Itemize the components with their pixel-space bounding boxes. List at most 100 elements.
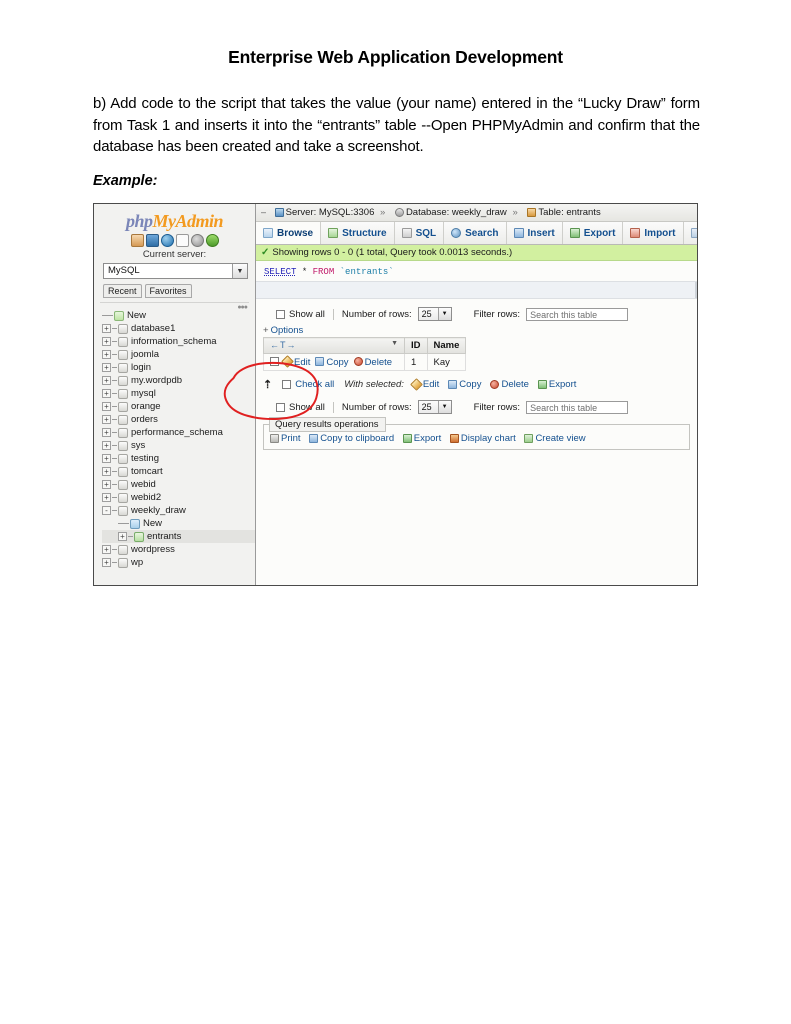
expand-icon[interactable]: + [102,363,111,372]
column-header-name[interactable]: Name [426,337,467,354]
tab-browse[interactable]: Browse [256,222,322,244]
cell-id[interactable]: 1 [404,353,428,371]
expand-icon[interactable]: + [102,350,111,359]
tab-sql[interactable]: SQL [395,222,445,244]
display-chart-link[interactable]: Display chart [449,433,516,444]
server-select[interactable]: MySQL ▼ [103,263,248,279]
with-selected-export[interactable]: Export [537,379,576,390]
breadcrumb-table[interactable]: Table: entrants [538,207,600,218]
expand-icon[interactable]: + [102,389,111,398]
filter-rows-input-top[interactable]: Search this table [526,307,629,321]
print-link[interactable]: Print [270,433,301,444]
tab-favorites[interactable]: Favorites [144,284,192,298]
docs-icon[interactable] [175,234,189,247]
arrow-up-icon[interactable]: ⇡ [263,378,272,391]
tree-item-sys[interactable]: + sys [102,439,255,452]
structure-icon [328,228,339,238]
show-all-checkbox-bottom[interactable] [276,402,285,412]
tab-search[interactable]: Search [444,222,507,244]
tab-more[interactable] [684,222,697,244]
with-selected-edit[interactable]: Edit [410,378,440,391]
tree-item-webid2[interactable]: + webid2 [102,491,255,504]
tree-item-testing[interactable]: + testing [102,452,255,465]
copy-to-clipboard-link[interactable]: Copy to clipboard [309,433,394,444]
export-link[interactable]: Export [402,433,441,444]
expand-icon[interactable]: + [102,480,111,489]
tree-item-webid[interactable]: + webid [102,478,255,491]
tree-item-joomla[interactable]: + joomla [102,348,255,361]
tree-item-new[interactable]: New [102,309,255,322]
tree-item-tomcart[interactable]: + tomcart [102,465,255,478]
chevron-down-icon: ▼ [437,308,451,320]
expand-icon[interactable]: + [102,428,111,437]
tab-structure[interactable]: Structure [321,222,395,244]
home-icon[interactable] [130,234,144,247]
number-of-rows-select-top[interactable]: 25 ▼ [417,307,452,321]
expand-icon[interactable]: + [102,454,111,463]
expand-icon[interactable]: + [118,532,127,541]
options-toggle[interactable]: + Options [256,321,697,337]
expand-icon[interactable]: + [102,493,111,502]
tab-insert[interactable]: Insert [507,222,563,244]
phpmyadmin-logo[interactable]: phpMyAdmin [94,204,255,232]
column-header-id[interactable]: ID [404,337,428,354]
check-all-checkbox[interactable] [282,380,292,389]
number-of-rows-select-bottom[interactable]: 25 ▼ [417,400,452,414]
tree-item-performance-schema[interactable]: + performance_schema [102,426,255,439]
with-selected-edit-label: Edit [422,379,440,390]
gear-icon[interactable] [190,234,204,247]
row-action-copy[interactable]: Copy [315,357,349,368]
tree-item-new[interactable]: New [102,517,255,530]
database-icon [118,414,128,425]
tree-item-mysql[interactable]: + mysql [102,387,255,400]
table-row[interactable]: Edit Copy Delete 1 Kay [263,353,467,371]
expand-icon[interactable]: + [102,415,111,424]
sort-arrows-header[interactable]: ←T→ ▼ [263,337,405,354]
cell-name[interactable]: Kay [426,353,467,371]
tab-export[interactable]: Export [563,222,624,244]
tree-item-entrants[interactable]: + entrants [102,530,255,543]
tree-item-information-schema[interactable]: + information_schema [102,335,255,348]
row-action-edit[interactable]: Edit [281,355,310,369]
check-all-label[interactable]: Check all [295,379,334,390]
show-all-checkbox-top[interactable] [276,309,285,319]
tree-item-label: New [143,518,163,529]
row-action-delete[interactable]: Delete [353,357,392,368]
collapse-icon[interactable]: - [102,506,111,515]
tree-item-orders[interactable]: + orders [102,413,255,426]
expand-icon[interactable]: + [102,376,111,385]
with-selected-copy[interactable]: Copy [448,379,481,390]
expand-icon[interactable]: + [102,558,111,567]
filter-rows-input-bottom[interactable]: Search this table [526,400,629,414]
expand-icon[interactable]: + [102,324,111,333]
tree-item-weekly-draw[interactable]: - weekly_draw [102,504,255,517]
row-checkbox[interactable] [270,357,279,367]
globe-icon[interactable] [160,234,174,247]
chevron-down-icon[interactable]: ▼ [391,340,398,347]
exit-icon[interactable] [145,234,159,247]
tree-item-orange[interactable]: + orange [102,400,255,413]
tab-import[interactable]: Import [623,222,684,244]
expand-icon[interactable]: + [102,441,111,450]
tree-item-label: orange [131,401,161,412]
expand-icon[interactable]: + [102,467,111,476]
database-icon [118,388,128,399]
with-selected-delete[interactable]: Delete [490,379,529,390]
sql-query-display[interactable]: SELECT * FROM `entrants` [256,261,697,281]
tree-item-login[interactable]: + login [102,361,255,374]
refresh-icon[interactable] [205,234,219,247]
tree-item-label: performance_schema [131,427,223,438]
tab-recent[interactable]: Recent [103,284,142,298]
tree-item-database1[interactable]: + database1 [102,322,255,335]
tree-item-wp[interactable]: + wp [102,556,255,569]
status-message: ✓ Showing rows 0 - 0 (1 total, Query took… [256,245,697,261]
expand-icon[interactable]: + [102,337,111,346]
breadcrumb-database[interactable]: Database: weekly_draw [406,207,507,218]
create-view-link[interactable]: Create view [524,433,586,444]
breadcrumb-server[interactable]: Server: MySQL:3306 [286,207,375,218]
tree-item-wordpress[interactable]: + wordpress [102,543,255,556]
expand-icon[interactable]: + [102,402,111,411]
expand-icon[interactable]: + [102,545,111,554]
collapse-icon[interactable]: – [259,204,268,221]
tree-item-my-wordpdb[interactable]: + my.wordpdb [102,374,255,387]
